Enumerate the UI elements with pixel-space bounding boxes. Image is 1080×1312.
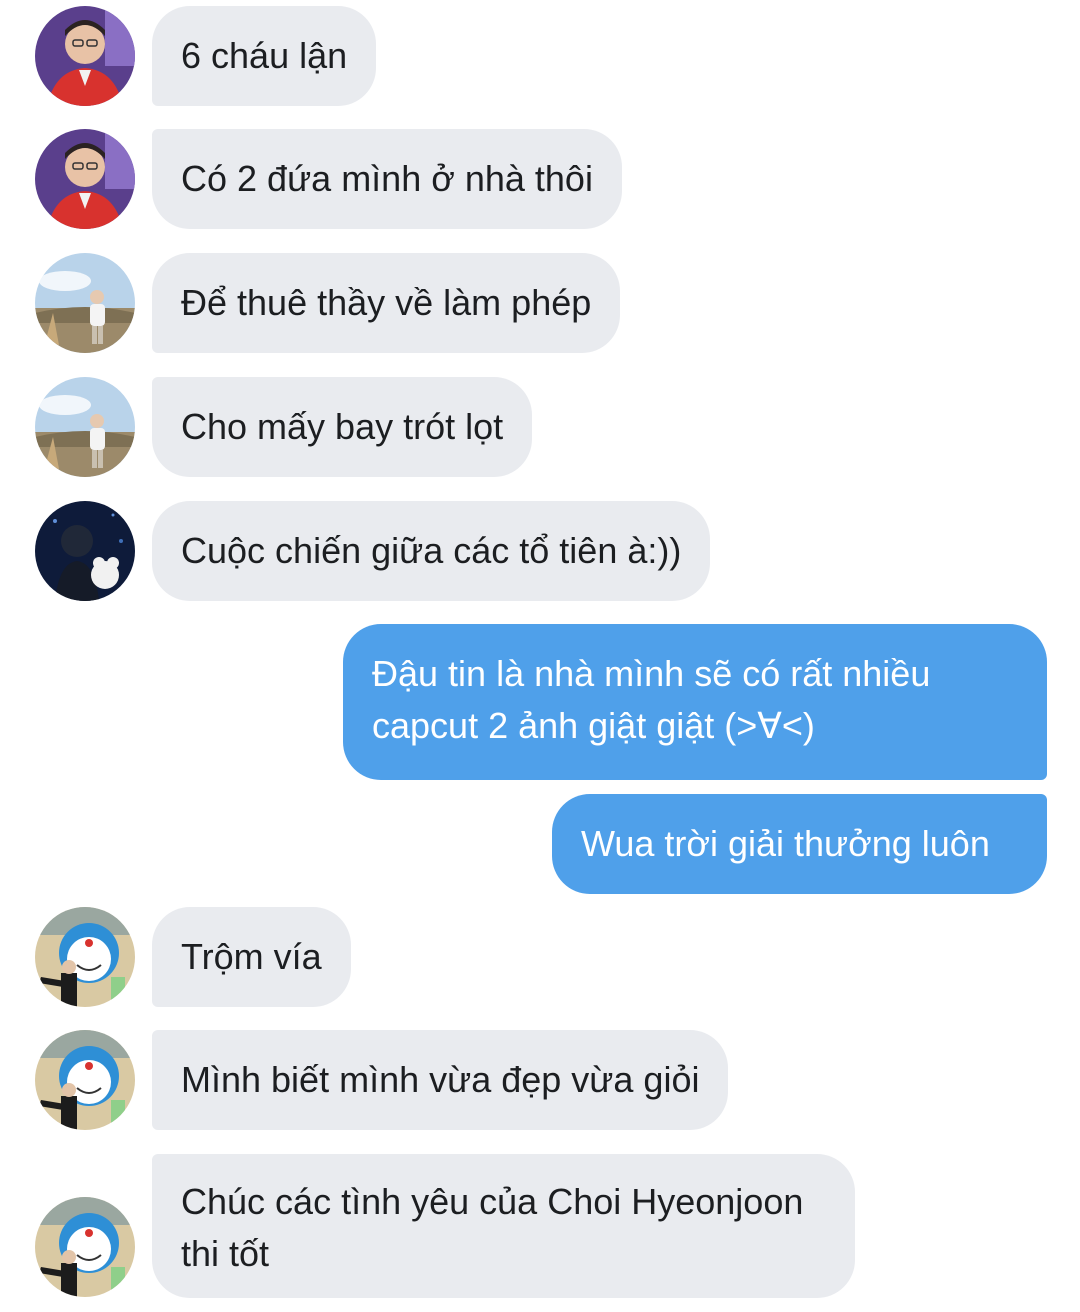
message-bubble-outgoing[interactable]: Wua trời giải thưởng luôn	[552, 794, 1047, 894]
message-bubble-incoming[interactable]: Mình biết mình vừa đẹp vừa giỏi	[152, 1030, 729, 1130]
message-text: 6 cháu lận	[181, 35, 348, 76]
avatar-field-icon[interactable]	[35, 377, 135, 477]
message-bubble-outgoing[interactable]: Đậu tin là nhà mình sẽ có rất nhiều capc…	[343, 624, 1047, 780]
message-text: Để thuê thầy về làm phép	[181, 282, 592, 323]
message-text: Cho mấy bay trót lọt	[181, 406, 504, 447]
message-text: Wua trời giải thưởng luôn	[581, 823, 990, 864]
message-bubble-incoming[interactable]: Trộm vía	[152, 907, 351, 1007]
message-bubble-incoming[interactable]: Để thuê thầy về làm phép	[152, 253, 621, 353]
message-text: Có 2 đứa mình ở nhà thôi	[181, 158, 593, 199]
message-bubble-incoming[interactable]: Có 2 đứa mình ở nhà thôi	[152, 129, 622, 229]
message-bubble-incoming[interactable]: Cho mấy bay trót lọt	[152, 377, 533, 477]
message-bubble-incoming[interactable]: Cuộc chiến giữa các tổ tiên à:))	[152, 501, 711, 601]
avatar-field-icon[interactable]	[35, 253, 135, 353]
message-text: Chúc các tình yêu của Choi Hyeonjoon thi…	[181, 1181, 804, 1274]
avatar-doraemon-icon[interactable]	[35, 1197, 135, 1297]
chat-thread: 6 cháu lận Có 2 đứa mình ở nhà thôi Để t…	[0, 0, 1080, 1312]
message-bubble-incoming[interactable]: 6 cháu lận	[152, 6, 377, 106]
message-text: Trộm vía	[181, 936, 322, 977]
avatar-red-jacket-icon[interactable]	[35, 129, 135, 229]
message-text: Đậu tin là nhà mình sẽ có rất nhiều capc…	[372, 653, 931, 746]
message-bubble-incoming[interactable]: Chúc các tình yêu của Choi Hyeonjoon thi…	[152, 1154, 855, 1298]
message-text: Cuộc chiến giữa các tổ tiên à:))	[181, 530, 682, 571]
avatar-night-icon[interactable]	[35, 501, 135, 601]
avatar-red-jacket-icon[interactable]	[35, 6, 135, 106]
avatar-doraemon-icon[interactable]	[35, 1030, 135, 1130]
message-text: Mình biết mình vừa đẹp vừa giỏi	[181, 1059, 700, 1100]
avatar-doraemon-icon[interactable]	[35, 907, 135, 1007]
